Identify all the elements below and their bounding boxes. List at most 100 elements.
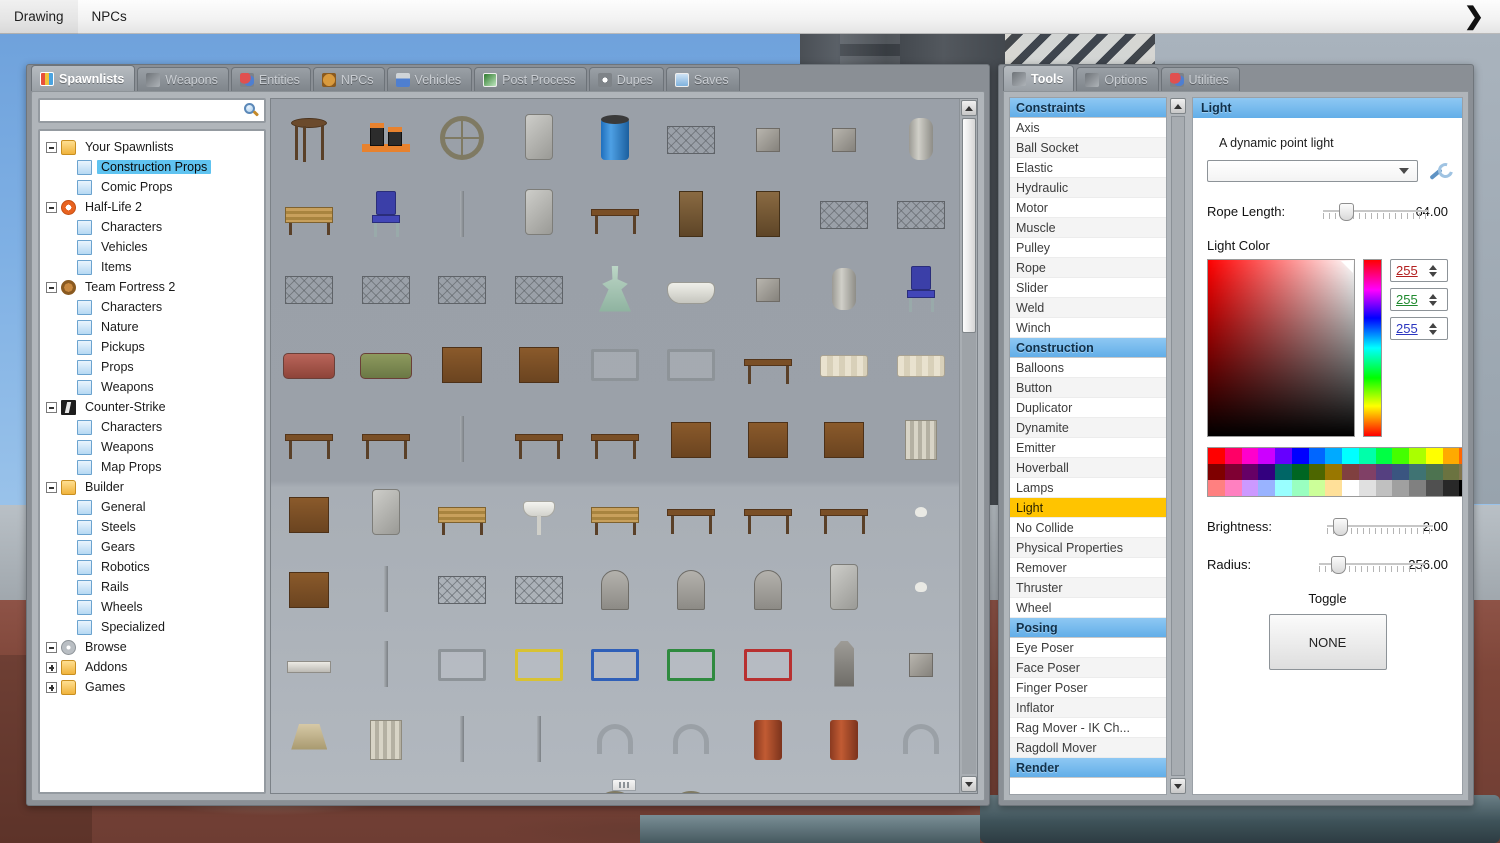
tab-weapons[interactable]: Weapons xyxy=(137,67,229,91)
prop-item[interactable] xyxy=(430,785,494,793)
prop-item[interactable] xyxy=(354,560,418,622)
prop-item[interactable] xyxy=(354,635,418,697)
tool-item-hoverball[interactable]: Hoverball xyxy=(1010,458,1166,478)
tool-list[interactable]: Constraints Axis Ball Socket Elastic Hydraul… xyxy=(1009,97,1167,795)
prop-item[interactable] xyxy=(812,635,876,697)
palette-swatch[interactable] xyxy=(1275,480,1292,496)
prop-item[interactable] xyxy=(507,560,571,622)
prop-item[interactable] xyxy=(583,335,647,397)
prop-item[interactable] xyxy=(277,185,341,247)
prop-item[interactable] xyxy=(277,785,341,794)
prop-item[interactable] xyxy=(354,260,418,322)
palette-swatch[interactable] xyxy=(1425,480,1443,496)
prop-item[interactable] xyxy=(736,260,800,322)
palette-swatch[interactable] xyxy=(1308,448,1326,464)
palette-swatch[interactable] xyxy=(1308,464,1326,480)
tree-item-addons[interactable]: Addons xyxy=(46,657,260,677)
collapse-icon[interactable] xyxy=(46,141,57,153)
scroll-up-button[interactable] xyxy=(960,100,977,116)
blue-input[interactable] xyxy=(1391,321,1429,336)
prop-item[interactable] xyxy=(889,560,953,622)
prop-item[interactable] xyxy=(812,560,876,622)
palette-swatch[interactable] xyxy=(1392,448,1409,464)
collapse-icon[interactable] xyxy=(46,401,57,413)
prop-item[interactable] xyxy=(659,260,723,322)
tool-item-lamps[interactable]: Lamps xyxy=(1010,478,1166,498)
prop-item[interactable] xyxy=(889,635,953,697)
tool-item-hydraulic[interactable]: Hydraulic xyxy=(1010,178,1166,198)
prop-item[interactable] xyxy=(277,410,341,472)
prop-item[interactable] xyxy=(736,560,800,622)
palette-swatch[interactable] xyxy=(1342,480,1359,496)
prop-item[interactable] xyxy=(659,560,723,622)
tab-spawnlists[interactable]: Spawnlists xyxy=(31,65,136,91)
palette-swatch[interactable] xyxy=(1358,480,1376,496)
palette-swatch[interactable] xyxy=(1258,480,1275,496)
tool-item-duplicator[interactable]: Duplicator xyxy=(1010,398,1166,418)
palette-swatch[interactable] xyxy=(1392,464,1409,480)
prop-item[interactable] xyxy=(736,785,800,794)
prop-item[interactable] xyxy=(889,260,953,322)
prop-item[interactable] xyxy=(277,710,341,772)
prop-item[interactable] xyxy=(354,110,418,172)
tab-utilities[interactable]: Utilities xyxy=(1160,67,1240,91)
palette-swatch[interactable] xyxy=(1325,480,1342,496)
menu-item-drawing[interactable]: Drawing xyxy=(0,0,78,34)
preset-dropdown[interactable] xyxy=(1207,160,1418,182)
tool-item-weld[interactable]: Weld xyxy=(1010,298,1166,318)
prop-item[interactable] xyxy=(812,410,876,472)
tab-tools[interactable]: Tools xyxy=(1003,65,1075,91)
tree-item-characters[interactable]: Characters xyxy=(46,217,260,237)
tool-item-rag-mover-ik-ch-[interactable]: Rag Mover - IK Ch... xyxy=(1010,718,1166,738)
green-arrows[interactable] xyxy=(1429,293,1441,306)
tree-item-counter-strike[interactable]: Counter-Strike xyxy=(46,397,260,417)
palette-swatch[interactable] xyxy=(1409,448,1426,464)
tool-item-inflator[interactable]: Inflator xyxy=(1010,698,1166,718)
tab-saves[interactable]: Saves xyxy=(665,67,740,91)
collapse-icon[interactable] xyxy=(46,481,57,493)
prop-item[interactable] xyxy=(889,785,953,794)
prop-item[interactable] xyxy=(354,785,418,794)
toggle-bind-button[interactable]: NONE xyxy=(1268,614,1387,670)
palette-swatch[interactable] xyxy=(1258,464,1275,480)
prop-item[interactable] xyxy=(430,635,494,697)
collapse-icon[interactable] xyxy=(46,201,57,213)
tool-scroll-up-button[interactable] xyxy=(1170,98,1186,114)
prop-item[interactable] xyxy=(736,710,800,772)
tree-item-construction-props[interactable]: Construction Props xyxy=(46,157,260,177)
prop-item[interactable] xyxy=(430,560,494,622)
prop-item[interactable] xyxy=(354,485,418,547)
slider-knob[interactable] xyxy=(1332,518,1348,536)
prop-item[interactable] xyxy=(659,185,723,247)
prop-item[interactable] xyxy=(583,560,647,622)
tab-post-process[interactable]: Post Process xyxy=(474,67,587,91)
tool-scrollbar-track[interactable] xyxy=(1171,116,1185,776)
prop-item[interactable] xyxy=(659,485,723,547)
palette-swatch[interactable] xyxy=(1241,448,1259,464)
tree-item-specialized[interactable]: Specialized xyxy=(46,617,260,637)
tool-section-constraints[interactable]: Constraints xyxy=(1010,98,1166,118)
tool-item-elastic[interactable]: Elastic xyxy=(1010,158,1166,178)
prop-item[interactable] xyxy=(507,185,571,247)
tool-item-no-collide[interactable]: No Collide xyxy=(1010,518,1166,538)
palette-swatch[interactable] xyxy=(1224,464,1242,480)
prop-item[interactable] xyxy=(659,635,723,697)
palette-swatch[interactable] xyxy=(1425,448,1443,464)
prop-item[interactable] xyxy=(736,185,800,247)
tool-item-wheel[interactable]: Wheel xyxy=(1010,598,1166,618)
tree-item-builder[interactable]: Builder xyxy=(46,477,260,497)
prop-item[interactable] xyxy=(812,710,876,772)
tree-item-items[interactable]: Items xyxy=(46,257,260,277)
prop-item[interactable] xyxy=(430,410,494,472)
prop-item[interactable] xyxy=(889,410,953,472)
prop-item[interactable] xyxy=(583,485,647,547)
palette-swatch[interactable] xyxy=(1224,448,1242,464)
tool-item-muscle[interactable]: Muscle xyxy=(1010,218,1166,238)
prop-item[interactable] xyxy=(430,710,494,772)
tree-item-vehicles[interactable]: Vehicles xyxy=(46,237,260,257)
tool-item-light[interactable]: Light xyxy=(1010,498,1166,518)
tool-item-eye-poser[interactable]: Eye Poser xyxy=(1010,638,1166,658)
tree-item-rails[interactable]: Rails xyxy=(46,577,260,597)
green-spinner[interactable] xyxy=(1390,288,1448,311)
palette-swatch[interactable] xyxy=(1258,448,1275,464)
